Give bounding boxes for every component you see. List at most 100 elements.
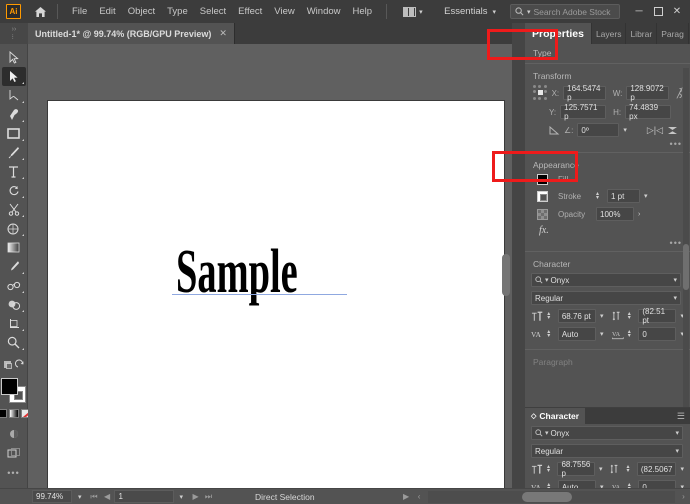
search-input[interactable]: Search Adobe Stock	[534, 7, 611, 17]
direct-selection-tool[interactable]	[2, 67, 26, 86]
opacity-input[interactable]: 100%	[596, 207, 634, 221]
color-swatch-icon[interactable]	[0, 409, 7, 418]
home-icon[interactable]	[31, 6, 49, 18]
chevron-down-icon[interactable]: ▾	[673, 294, 677, 302]
selection-tool[interactable]	[2, 48, 26, 67]
adobe-stock-search[interactable]: ▾ Search Adobe Stock	[510, 4, 620, 19]
zoom-tool[interactable]	[2, 333, 26, 352]
paintbrush-tool[interactable]	[2, 143, 26, 162]
artboard[interactable]: Sample	[48, 101, 504, 496]
menu-item-object[interactable]: Object	[122, 3, 161, 20]
chevron-down-icon[interactable]: ▾	[600, 330, 604, 338]
properties-scrollbar-track[interactable]	[683, 68, 689, 407]
status-menu-arrow[interactable]: ▶	[400, 492, 413, 501]
chevron-down-icon[interactable]: ▾	[600, 312, 604, 320]
reference-point-selector[interactable]	[533, 85, 548, 101]
last-artboard-button[interactable]: ⏭	[202, 492, 215, 502]
scroll-left-button[interactable]: ‹	[413, 492, 426, 501]
scroll-right-button[interactable]: ›	[677, 492, 690, 501]
gradient-icon[interactable]	[9, 409, 19, 418]
chevron-down-icon[interactable]: ▾	[78, 493, 82, 501]
dock-font-size-stepper[interactable]: ▴▾	[547, 465, 553, 473]
close-button[interactable]: ✕	[668, 3, 686, 21]
tab-paragraph[interactable]: Parag	[657, 23, 689, 44]
scissors-tool[interactable]	[2, 200, 26, 219]
y-input[interactable]: 125.7571 p	[560, 105, 606, 119]
dock-font-family-input[interactable]: ▾ Onyx ▾	[531, 426, 683, 440]
properties-scrollbar-thumb[interactable]	[683, 244, 689, 290]
opacity-options-arrow[interactable]: ›	[638, 211, 640, 218]
zoom-level-input[interactable]: 99.74%	[32, 490, 72, 503]
close-icon[interactable]: ✕	[219, 28, 227, 39]
next-artboard-button[interactable]: ▶	[189, 492, 202, 501]
h-input[interactable]: 74.4839 px	[625, 105, 671, 119]
eyedropper-tool[interactable]	[2, 257, 26, 276]
dock-font-style-input[interactable]: Regular ▾	[531, 444, 683, 458]
stroke-weight-stepper[interactable]: ▴▾	[596, 192, 603, 200]
stroke-weight-input[interactable]: 1 pt	[607, 189, 640, 203]
chevron-down-icon[interactable]: ▾	[599, 465, 603, 473]
tab-character[interactable]: ◇ Character	[525, 408, 585, 424]
font-size-stepper[interactable]: ▴▾	[547, 312, 554, 320]
x-input[interactable]: 164.5474 p	[563, 86, 606, 100]
panel-menu-icon[interactable]: ☰	[677, 415, 685, 418]
canvas-vertical-scrollbar[interactable]	[502, 104, 510, 496]
drawing-modes-icon[interactable]	[2, 355, 26, 374]
magic-wand-tool[interactable]	[2, 86, 26, 105]
transform-more-options[interactable]: •••	[525, 139, 690, 149]
fill-color-swatch[interactable]	[537, 174, 548, 185]
menu-item-select[interactable]: Select	[194, 3, 232, 20]
more-tools-button[interactable]: •••	[7, 468, 19, 478]
opacity-swatch[interactable]	[537, 209, 548, 220]
chevron-down-icon[interactable]: ▾	[623, 126, 627, 134]
font-size-input[interactable]: 68.76 pt	[558, 309, 596, 323]
gradient-mesh-tool[interactable]	[2, 219, 26, 238]
stroke-color-swatch[interactable]	[537, 191, 548, 202]
dock-leading-stepper[interactable]: ▴▾	[626, 465, 632, 473]
canvas-area[interactable]: Sample	[28, 44, 512, 496]
fx-button[interactable]: fx.	[539, 225, 549, 236]
tab-properties[interactable]: Properties	[525, 23, 592, 44]
chevron-down-icon[interactable]: ▾	[680, 465, 684, 473]
chevron-down-icon[interactable]: ▾	[180, 493, 184, 501]
chevron-down-icon[interactable]: ▾	[644, 192, 648, 200]
horizontal-scrollbar[interactable]	[428, 491, 675, 503]
minimize-button[interactable]: ─	[630, 3, 648, 21]
menu-item-effect[interactable]: Effect	[232, 3, 268, 20]
document-tab[interactable]: Untitled-1* @ 99.74% (RGB/GPU Preview) ✕	[28, 23, 235, 44]
leading-input[interactable]: (82.51 pt	[638, 309, 676, 323]
workspace-switcher[interactable]: Essentials ▾	[436, 4, 504, 19]
artboard-tool[interactable]	[2, 314, 26, 333]
kerning-stepper[interactable]: ▴▾	[547, 330, 554, 338]
dock-leading-input[interactable]: (82.5067	[637, 462, 677, 476]
menu-item-file[interactable]: File	[66, 3, 93, 20]
shape-builder-tool[interactable]	[2, 295, 26, 314]
flip-horizontal-icon[interactable]: ▷|◁	[647, 125, 663, 136]
menu-item-window[interactable]: Window	[301, 3, 347, 20]
menu-item-help[interactable]: Help	[347, 3, 379, 20]
appearance-more-options[interactable]: •••	[525, 238, 690, 248]
font-family-input[interactable]: ▾ Onyx ▾	[531, 273, 681, 287]
tab-libraries[interactable]: Librar	[626, 23, 657, 44]
tab-layers[interactable]: Layers	[592, 23, 627, 44]
leading-stepper[interactable]: ▴▾	[628, 312, 635, 320]
w-input[interactable]: 128.9072 p	[626, 86, 669, 100]
menu-item-type[interactable]: Type	[161, 3, 194, 20]
dock-font-size-input[interactable]: 68.7556 p	[557, 462, 595, 476]
font-style-input[interactable]: Regular ▾	[531, 291, 681, 305]
artboard-number-input[interactable]: 1	[114, 490, 174, 503]
horizontal-scrollbar-thumb[interactable]	[522, 492, 572, 502]
tracking-input[interactable]: 0	[638, 327, 676, 341]
tool-dock-handle[interactable]: ››⁝	[0, 23, 28, 44]
previous-artboard-button[interactable]: ◀	[101, 492, 114, 501]
fill-swatch[interactable]	[1, 378, 18, 395]
tracking-stepper[interactable]: ▴▾	[628, 330, 635, 338]
rectangle-tool[interactable]	[2, 124, 26, 143]
kerning-input[interactable]: Auto	[558, 327, 596, 341]
rotate-tool[interactable]	[2, 181, 26, 200]
panel-icon-rail[interactable]	[512, 23, 525, 496]
first-artboard-button[interactable]: ⏮	[88, 492, 101, 502]
change-screen-mode-icon[interactable]	[2, 424, 26, 443]
chevron-down-icon[interactable]: ▾	[673, 276, 677, 284]
maximize-button[interactable]	[649, 3, 667, 21]
